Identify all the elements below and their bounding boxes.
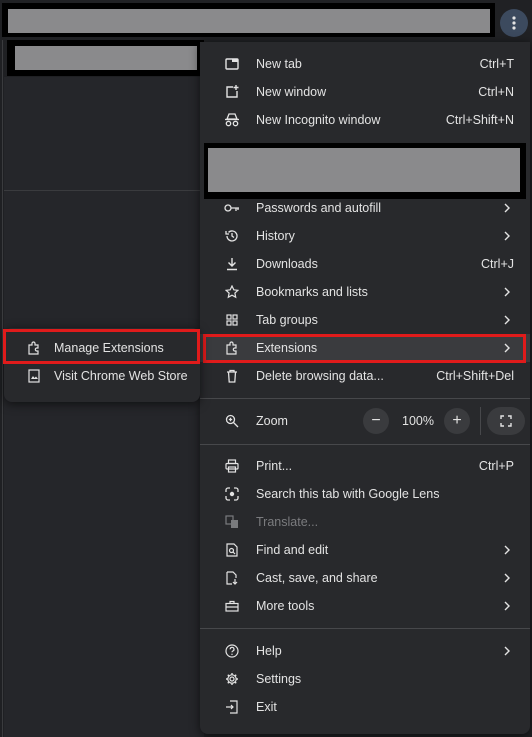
chevron-right-icon: [504, 231, 510, 241]
menu-item-shortcut: Ctrl+Shift+Del: [436, 369, 514, 383]
menu-item-label: New tab: [256, 57, 302, 71]
menu-item-shortcut: Ctrl+J: [481, 257, 514, 271]
menu-item-shortcut: Ctrl+N: [478, 85, 514, 99]
menu-item-label: Print...: [256, 459, 293, 473]
menu-item-cast-save-share[interactable]: Cast, save, and share: [200, 564, 530, 592]
chevron-right-icon: [504, 646, 510, 656]
page-divider: [4, 190, 204, 191]
zoom-out-button[interactable]: −: [363, 408, 389, 434]
find-in-page-icon: [224, 542, 240, 558]
incognito-icon: [224, 112, 240, 128]
more-vert-icon: [512, 16, 516, 30]
menu-item-google-lens[interactable]: Search this tab with Google Lens: [200, 480, 530, 508]
toolbox-icon: [224, 598, 240, 614]
zoom-in-button[interactable]: +: [444, 408, 470, 434]
trash-icon: [224, 368, 240, 384]
menu-item-label: Cast, save, and share: [256, 571, 378, 585]
page-content: [4, 77, 204, 737]
chevron-right-icon: [504, 203, 510, 213]
menu-item-downloads[interactable]: Downloads Ctrl+J: [200, 250, 530, 278]
menu-item-incognito[interactable]: New Incognito window Ctrl+Shift+N: [200, 106, 530, 134]
submenu-item-chrome-web-store[interactable]: Visit Chrome Web Store: [4, 362, 200, 390]
submenu-item-label: Visit Chrome Web Store: [54, 369, 188, 383]
menu-item-shortcut: Ctrl+P: [478, 459, 514, 473]
save-share-icon: [224, 570, 240, 586]
google-lens-icon: [224, 486, 240, 502]
download-icon: [224, 256, 240, 272]
exit-icon: [224, 699, 240, 715]
menu-item-label: Help: [256, 644, 282, 658]
tab-groups-icon: [224, 312, 240, 328]
chevron-right-icon: [504, 545, 510, 555]
menu-item-label: Downloads: [256, 257, 318, 271]
menu-item-passwords[interactable]: Passwords and autofill: [200, 194, 530, 222]
chevron-right-icon: [504, 601, 510, 611]
menu-separator: [200, 398, 530, 399]
menu-item-shortcut: Ctrl+Shift+N: [445, 113, 514, 127]
zoom-value: 100%: [402, 414, 434, 428]
new-tab-icon: [224, 56, 240, 72]
menu-item-label: Find and edit: [256, 543, 329, 557]
menu-item-label: Translate...: [256, 515, 319, 529]
help-icon: [224, 643, 240, 659]
menu-item-shortcut: Ctrl+T: [479, 57, 514, 71]
menu-item-label: Bookmarks and lists: [256, 285, 368, 299]
menu-item-label: Search this tab with Google Lens: [256, 487, 440, 501]
menu-item-delete-data[interactable]: Delete browsing data... Ctrl+Shift+Del: [200, 362, 530, 390]
browser-tab[interactable]: [15, 46, 197, 70]
page-border: [2, 40, 3, 737]
history-icon: [224, 228, 240, 244]
menu-item-label: History: [256, 229, 295, 243]
menu-item-more-tools[interactable]: More tools: [200, 592, 530, 620]
address-bar[interactable]: [8, 9, 490, 33]
menu-item-label: Delete browsing data...: [256, 369, 384, 383]
chevron-right-icon: [504, 287, 510, 297]
chrome-menu-button[interactable]: [500, 9, 528, 37]
profile-row[interactable]: [208, 148, 520, 192]
menu-item-find-edit[interactable]: Find and edit: [200, 536, 530, 564]
new-window-icon: [224, 84, 240, 100]
web-store-icon: [26, 368, 42, 384]
menu-item-label: More tools: [256, 599, 315, 613]
gear-icon: [224, 671, 240, 687]
menu-item-help[interactable]: Help: [200, 637, 530, 665]
menu-item-history[interactable]: History: [200, 222, 530, 250]
chevron-right-icon: [504, 573, 510, 583]
menu-item-label: New window: [256, 85, 327, 99]
menu-separator: [200, 444, 530, 445]
zoom-label: Zoom: [256, 414, 288, 428]
menu-separator: [200, 628, 530, 629]
star-icon: [224, 284, 240, 300]
menu-item-zoom: Zoom − 100% +: [200, 407, 530, 435]
menu-item-exit[interactable]: Exit: [200, 693, 530, 721]
menu-item-new-tab[interactable]: New tab Ctrl+T: [200, 50, 530, 78]
plus-icon: +: [452, 412, 462, 429]
menu-item-bookmarks[interactable]: Bookmarks and lists: [200, 278, 530, 306]
minus-icon: −: [371, 412, 381, 429]
menu-item-label: Exit: [256, 700, 277, 714]
zoom-divider: [480, 407, 481, 435]
translate-icon: [224, 514, 240, 530]
menu-item-settings[interactable]: Settings: [200, 665, 530, 693]
extensions-highlight-box: [203, 334, 526, 363]
menu-item-tab-groups[interactable]: Tab groups: [200, 306, 530, 334]
manage-extensions-highlight-box: [3, 329, 200, 364]
fullscreen-icon: [500, 415, 512, 427]
menu-item-label: New Incognito window: [256, 113, 381, 127]
menu-item-new-window[interactable]: New window Ctrl+N: [200, 78, 530, 106]
menu-item-label: Passwords and autofill: [256, 201, 382, 215]
chrome-main-menu: New tab Ctrl+T New window Ctrl+N New Inc…: [200, 42, 530, 734]
print-icon: [224, 458, 240, 474]
menu-item-translate: Translate...: [200, 508, 530, 536]
menu-item-print[interactable]: Print... Ctrl+P: [200, 452, 530, 480]
fullscreen-button[interactable]: [487, 407, 525, 435]
zoom-in-icon: [224, 413, 240, 429]
menu-item-label: Settings: [256, 672, 302, 686]
key-icon: [224, 200, 240, 216]
menu-item-label: Tab groups: [256, 313, 318, 327]
chevron-right-icon: [504, 315, 510, 325]
